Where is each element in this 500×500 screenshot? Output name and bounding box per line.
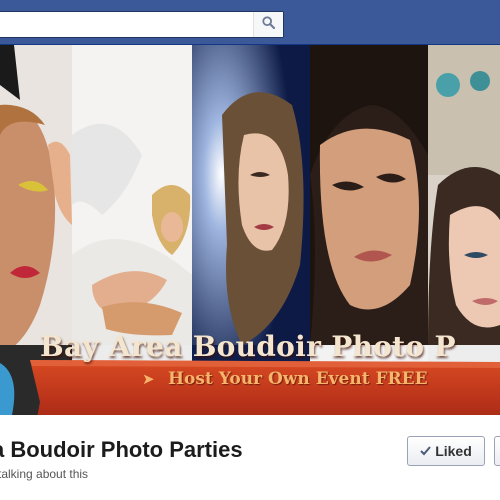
page-info-bar: a Boudoir Photo Parties talking about th… [0,415,500,500]
arrow-right-icon: ➤ [142,371,155,388]
banner-subtitle: Host Your Own Event FREE [168,369,428,389]
search-button[interactable] [253,12,283,37]
search-box [0,11,284,38]
liked-label: Liked [435,443,472,459]
liked-button[interactable]: Liked [407,436,485,466]
page-title[interactable]: a Boudoir Photo Parties [0,437,243,463]
banner-title: Bay Area Boudoir Photo P [40,330,456,363]
top-bar [0,0,500,45]
more-options-button[interactable] [494,436,500,466]
search-icon [262,15,276,34]
cover-photo[interactable]: Bay Area Boudoir Photo P ➤ Host Your Own… [0,45,500,415]
check-icon [420,443,431,459]
talking-about-count: talking about this [0,467,89,481]
search-input[interactable] [0,12,243,37]
